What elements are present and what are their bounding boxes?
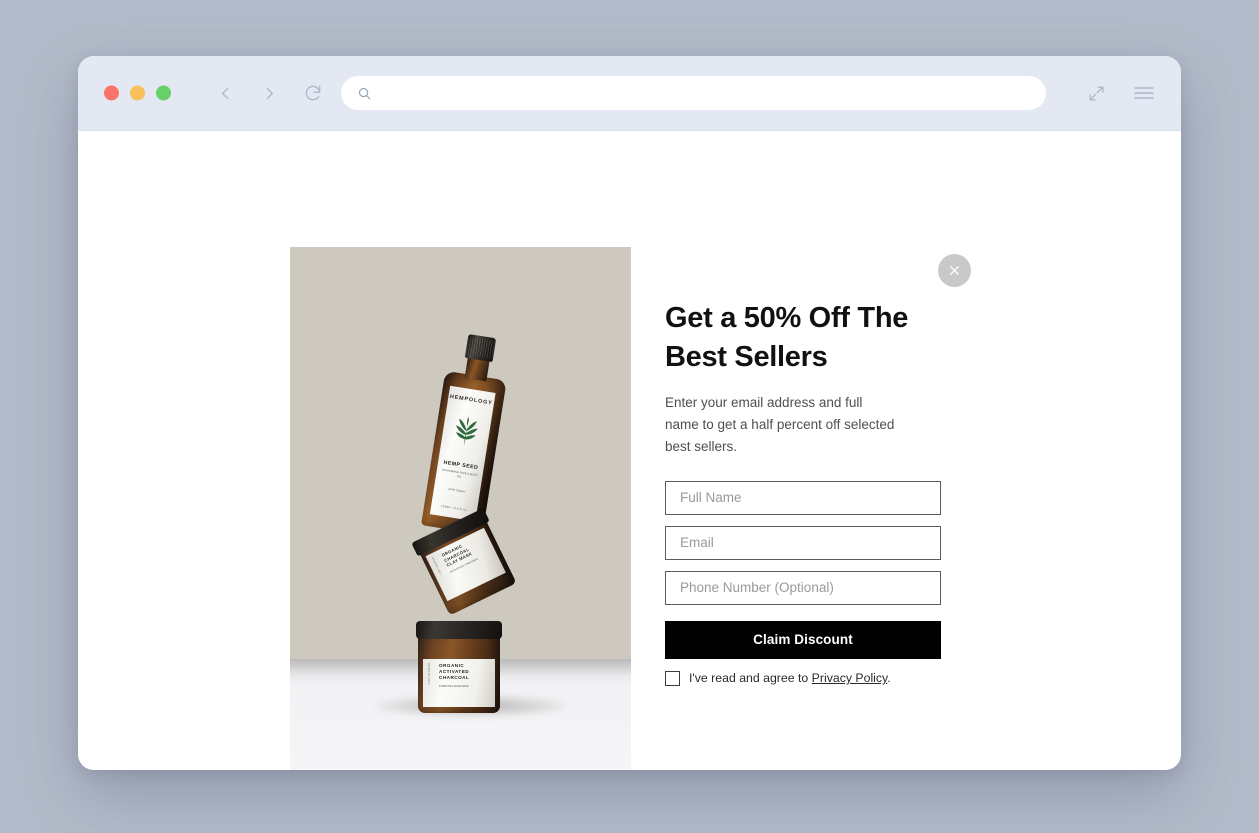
bottom-jar-title: ORGANIC ACTIVATED CHARCOAL	[439, 663, 492, 682]
signup-form	[665, 480, 945, 605]
product-photo: HEMPOLOGY HEMP SEED NOURISHING FACE & BO…	[290, 247, 631, 770]
url-input[interactable]	[381, 84, 1030, 102]
consent-row: I've read and agree to Privacy Policy.	[665, 670, 945, 686]
consent-prefix: I've read and agree to	[689, 671, 812, 686]
forward-button[interactable]	[254, 78, 284, 108]
expand-button[interactable]	[1083, 80, 1109, 106]
bottom-jar-lid	[416, 621, 502, 639]
close-button[interactable]	[938, 254, 971, 287]
hamburger-menu-icon	[1134, 87, 1154, 99]
page-title: Get a 50% Off The Best Sellers	[665, 302, 909, 373]
full-name-input[interactable]	[665, 480, 941, 515]
consent-label: I've read and agree to Privacy Policy.	[689, 671, 891, 685]
browser-toolbar	[78, 56, 1181, 131]
claim-discount-button[interactable]: Claim Discount	[665, 620, 941, 659]
privacy-policy-checkbox[interactable]	[665, 670, 680, 686]
window-maximize-button[interactable]	[156, 85, 171, 101]
bottom-jar-label: HEMPOLOGY ORGANIC ACTIVATED CHARCOAL PUR…	[423, 659, 495, 707]
browser-window: HEMPOLOGY HEMP SEED NOURISHING FACE & BO…	[78, 56, 1181, 770]
close-icon	[950, 266, 959, 275]
modal-form-panel: Get a 50% Off The Best Sellers Enter you…	[631, 247, 993, 770]
search-icon	[357, 86, 372, 101]
page-viewport: HEMPOLOGY HEMP SEED NOURISHING FACE & BO…	[78, 131, 1181, 770]
window-close-button[interactable]	[104, 85, 119, 101]
window-minimize-button[interactable]	[130, 85, 145, 101]
discount-signup-modal: HEMPOLOGY HEMP SEED NOURISHING FACE & BO…	[290, 247, 993, 770]
bottom-jar-side-text: HEMPOLOGY	[427, 663, 430, 686]
back-button[interactable]	[210, 78, 240, 108]
expand-arrows-icon	[1088, 85, 1104, 101]
consent-suffix: .	[887, 671, 891, 686]
activated-charcoal-jar: HEMPOLOGY ORGANIC ACTIVATED CHARCOAL PUR…	[416, 615, 502, 713]
bottom-jar-subtitle: PURIFYING FACE MASK	[439, 685, 469, 688]
bottom-jar-line3: CHARCOAL	[439, 675, 470, 681]
url-bar[interactable]	[341, 76, 1046, 110]
modal-description: Enter your email address and full name t…	[665, 395, 895, 454]
traffic-lights	[104, 85, 171, 101]
hemp-leaf-icon	[450, 415, 481, 454]
bottle-volume: 100ml / 3.4 fl oz	[440, 503, 468, 512]
chevron-left-icon	[221, 87, 228, 99]
menu-button[interactable]	[1131, 80, 1157, 106]
toolbar-right-actions	[1083, 80, 1157, 106]
browser-nav-controls	[210, 78, 328, 108]
privacy-policy-link[interactable]: Privacy Policy	[812, 671, 888, 685]
reload-icon	[305, 85, 321, 101]
email-input[interactable]	[665, 525, 941, 560]
bottle-brand-text: HEMPOLOGY	[449, 393, 493, 407]
reload-button[interactable]	[298, 78, 328, 108]
chevron-right-icon	[266, 87, 273, 99]
phone-input[interactable]	[665, 570, 941, 605]
bottle-product-note: 100% Organic	[447, 486, 467, 494]
